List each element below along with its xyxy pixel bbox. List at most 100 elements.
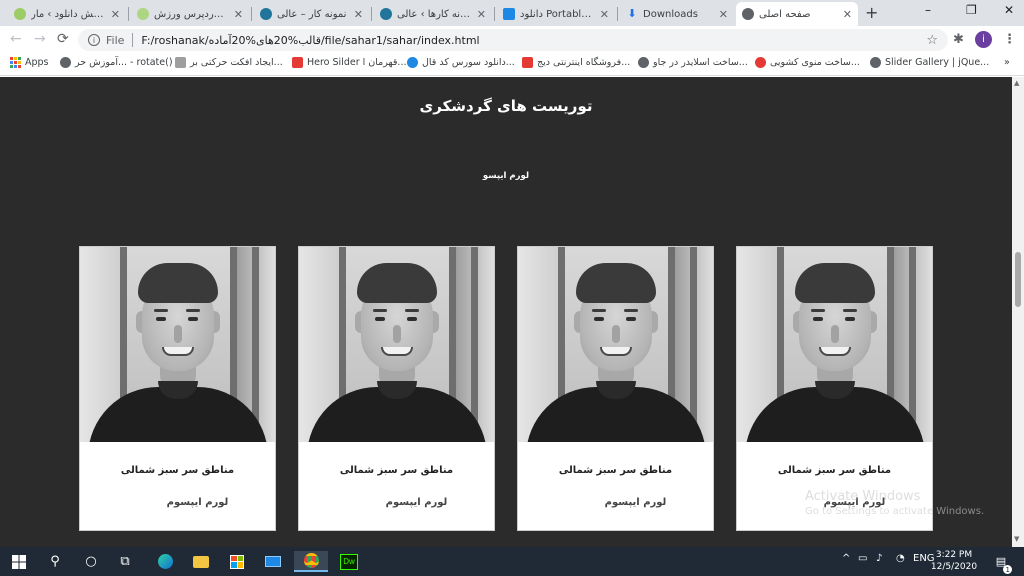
bookmark-item[interactable]: Hero Silder قهرمان ا... xyxy=(292,57,406,68)
tour-card[interactable]: مناطق سر سبز شمالی لورم ایپسوم xyxy=(517,246,714,531)
tab-divider xyxy=(617,7,618,21)
network-icon[interactable]: ◔ xyxy=(896,553,905,564)
reload-button[interactable]: ⟳ xyxy=(57,31,69,47)
card-subtitle: لورم ایپسوم xyxy=(385,497,448,508)
windows-taskbar: ⚲ ○ ⧉ Dw ^ ▭ ♪ ◔ ENG 3:22 PM 12/5/2020 ▤… xyxy=(0,547,1024,576)
tab-divider xyxy=(371,7,372,21)
scroll-up-icon[interactable]: ▲ xyxy=(1014,79,1019,87)
scrollbar-thumb[interactable] xyxy=(1015,252,1021,307)
windows-logo-icon xyxy=(12,554,26,569)
tab-item[interactable]: ⬇ Downloads ✕ xyxy=(620,2,734,26)
volume-icon[interactable]: ♪ xyxy=(876,553,882,564)
tab-item[interactable]: نمونه کارها › عالی – ✕ xyxy=(374,2,492,26)
scroll-down-icon[interactable]: ▼ xyxy=(1014,535,1019,543)
globe-icon xyxy=(60,57,71,68)
tab-item[interactable]: دانلود Portable + ✕ xyxy=(497,2,615,26)
minimize-button[interactable]: – xyxy=(925,3,931,17)
shop-icon xyxy=(522,57,533,68)
bookmarks-overflow-label: » xyxy=(1004,57,1010,68)
bookmark-label: ایجاد افکت حرکتی بر... xyxy=(190,57,283,68)
bookmarks-overflow-button[interactable]: » xyxy=(1004,57,1010,68)
task-view-icon[interactable]: ⧉ xyxy=(112,551,138,572)
section-subheading: لورم ایپسو xyxy=(482,171,530,181)
card-title: مناطق سر سبز شمالی xyxy=(339,465,454,476)
wordpress-icon xyxy=(260,8,272,20)
bookmark-label: ساخت اسلایدر در جاو... xyxy=(653,57,748,68)
scheme-label: File xyxy=(106,33,125,47)
store-icon[interactable] xyxy=(222,551,252,572)
bookmark-item[interactable]: ساخت منوی کشویی... xyxy=(755,57,860,68)
bookmark-label: آموزش حر... - rotate() xyxy=(75,57,173,68)
vertical-scrollbar[interactable]: ▲ ▼ xyxy=(1012,77,1024,547)
tab-item[interactable]: نمونه کار – عالی ✕ xyxy=(254,2,369,26)
close-tab-icon[interactable]: ✕ xyxy=(354,8,363,21)
globe-icon xyxy=(870,57,881,68)
chrome-taskbar-icon[interactable] xyxy=(294,551,328,572)
bookmark-item[interactable]: دانلود سورس کد قال... xyxy=(407,57,515,68)
dreamweaver-icon[interactable]: Dw xyxy=(334,551,364,572)
watermark-line2: Go to Settings to activate Windows. xyxy=(805,506,985,517)
new-tab-button[interactable]: + xyxy=(865,3,878,22)
bookmark-label: Hero Silder قهرمان ا... xyxy=(307,57,407,68)
bookmark-item[interactable]: آموزش حر... - rotate() xyxy=(60,57,173,68)
profile-avatar[interactable]: i xyxy=(975,31,992,48)
card-title: مناطق سر سبز شمالی xyxy=(777,465,892,476)
tab-label: قالب وردپرس ورزش xyxy=(154,8,228,20)
extensions-puzzle-icon[interactable]: ✱ xyxy=(953,32,964,47)
person-photo xyxy=(737,247,932,442)
clock-time: 3:22 PM xyxy=(935,550,973,560)
tab-divider xyxy=(494,7,495,21)
bookmark-label: Apps xyxy=(25,57,49,68)
forward-button[interactable]: → xyxy=(34,31,46,47)
file-explorer-icon[interactable] xyxy=(186,551,216,572)
tab-label: صفحه اصلی xyxy=(759,8,811,20)
person-photo xyxy=(518,247,713,442)
bookmark-item[interactable]: ایجاد افکت حرکتی بر... xyxy=(175,57,283,68)
menu-more-icon[interactable]: ⋮ xyxy=(1003,32,1016,47)
tour-card[interactable]: مناطق سر سبز شمالی لورم ایپسوم xyxy=(298,246,495,531)
close-tab-icon[interactable]: ✕ xyxy=(719,8,728,21)
battery-icon[interactable]: ▭ xyxy=(858,553,867,564)
close-tab-icon[interactable]: ✕ xyxy=(600,8,609,21)
edge-icon[interactable] xyxy=(150,551,180,572)
bookmark-item[interactable]: فروشگاه اینترنتی دیج... xyxy=(522,57,630,68)
tray-chevron-icon[interactable]: ^ xyxy=(842,553,850,564)
bookmark-star-icon[interactable]: ☆ xyxy=(926,33,938,48)
mail-icon[interactable] xyxy=(258,551,288,572)
tab-label: نمونه کار – عالی xyxy=(277,8,347,20)
info-icon[interactable]: i xyxy=(88,34,100,46)
address-bar[interactable]: i File F:/roshanak/قالب%20های%20آماده/fi… xyxy=(78,29,948,51)
tab-item[interactable]: ویرایش دانلود › مار ✕ xyxy=(8,2,126,26)
restore-button[interactable]: ❐ xyxy=(966,3,977,17)
close-tab-icon[interactable]: ✕ xyxy=(234,8,243,21)
browser-chrome: ویرایش دانلود › مار ✕ قالب وردپرس ورزش ✕… xyxy=(0,0,1024,77)
tab-divider xyxy=(251,7,252,21)
start-button[interactable] xyxy=(6,551,32,572)
tab-item[interactable]: قالب وردپرس ورزش ✕ xyxy=(131,2,249,26)
tab-item-active[interactable]: صفحه اصلی ✕ xyxy=(736,2,858,26)
bookmarks-bar: Apps آموزش حر... - rotate() ایجاد افکت ح… xyxy=(0,54,1024,76)
bookmark-item[interactable]: Slider Gallery | jQue... xyxy=(870,57,989,68)
site-favicon-icon xyxy=(14,8,26,20)
close-tab-icon[interactable]: ✕ xyxy=(111,8,120,21)
wordpress-icon xyxy=(380,8,392,20)
cortana-icon[interactable]: ○ xyxy=(78,551,104,572)
person-photo xyxy=(80,247,275,442)
close-tab-icon[interactable]: ✕ xyxy=(477,8,486,21)
tab-divider xyxy=(128,7,129,21)
bookmark-label: ساخت منوی کشویی... xyxy=(770,57,860,68)
bookmark-apps[interactable]: Apps xyxy=(10,57,49,68)
tour-card[interactable]: مناطق سر سبز شمالی لورم ایپسوم xyxy=(79,246,276,531)
notification-center-icon[interactable]: ▤ 1 xyxy=(988,551,1014,574)
back-button[interactable]: ← xyxy=(10,31,22,47)
bookmark-item[interactable]: ساخت اسلایدر در جاو... xyxy=(638,57,748,68)
search-icon[interactable]: ⚲ xyxy=(42,551,68,572)
card-title: مناطق سر سبز شمالی xyxy=(120,465,235,476)
close-window-button[interactable]: ✕ xyxy=(1004,3,1014,17)
url-text[interactable]: F:/roshanak/قالب%20های%20آماده/file/saha… xyxy=(141,34,479,47)
web-page: توریست های گردشکری لورم ایپسو مناطق سر س… xyxy=(0,77,1012,547)
apps-grid-icon xyxy=(10,57,21,68)
bookmark-label: Slider Gallery | jQue... xyxy=(885,57,990,68)
system-clock[interactable]: 3:22 PM 12/5/2020 xyxy=(930,549,978,573)
close-tab-icon[interactable]: ✕ xyxy=(843,8,852,21)
